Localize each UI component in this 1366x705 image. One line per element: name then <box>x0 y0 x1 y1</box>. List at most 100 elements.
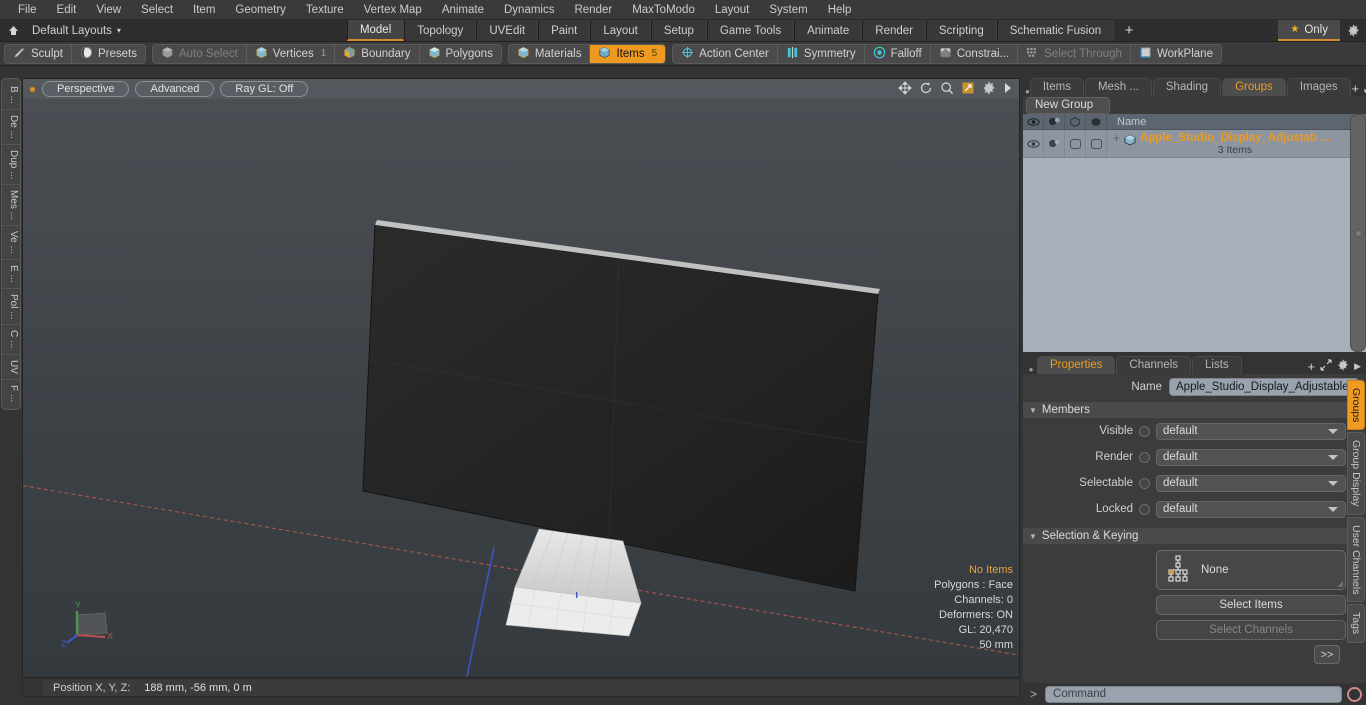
visible-dropdown[interactable]: default <box>1156 422 1346 440</box>
row-solid-toggle[interactable] <box>1086 130 1107 157</box>
eye-icon[interactable] <box>1023 114 1044 129</box>
locked-dropdown[interactable]: default <box>1156 500 1346 518</box>
tool-action-center[interactable]: Action Center <box>673 44 778 63</box>
tool-presets[interactable]: Presets <box>72 45 145 63</box>
gear-icon[interactable] <box>1340 20 1366 41</box>
left-tab-curve[interactable]: C ... <box>2 325 20 355</box>
layout-tab-uvedit[interactable]: UVEdit <box>476 20 539 41</box>
add-panel-tab-button[interactable]: + <box>1352 81 1360 96</box>
layout-tab-paint[interactable]: Paint <box>538 20 591 41</box>
row-outline-toggle[interactable] <box>1065 130 1086 157</box>
rotate-icon[interactable] <box>919 81 933 95</box>
name-input[interactable]: Apple_Studio_Display_Adjustable_Sta <box>1169 378 1359 396</box>
gear-icon[interactable] <box>1337 359 1349 374</box>
tool-items[interactable]: Items 5 <box>590 44 666 63</box>
menu-item-animate[interactable]: Animate <box>432 0 494 20</box>
left-tab-fusion[interactable]: F ... <box>2 380 20 407</box>
properties-tab-properties[interactable]: Properties <box>1037 356 1116 374</box>
select-channels-button[interactable]: Select Channels <box>1156 620 1346 640</box>
command-input[interactable]: Command <box>1045 685 1342 703</box>
properties-tab-channels[interactable]: Channels <box>1116 356 1192 374</box>
layout-tab-topology[interactable]: Topology <box>404 20 477 41</box>
tree-empty-area[interactable] <box>1023 158 1366 352</box>
menu-item-item[interactable]: Item <box>183 0 225 20</box>
menu-item-dynamics[interactable]: Dynamics <box>494 0 564 20</box>
right-tab-items[interactable]: Items <box>1029 78 1084 96</box>
tool-symmetry[interactable]: Symmetry <box>778 44 865 63</box>
left-tab-uv[interactable]: UV <box>2 355 20 380</box>
tool-vertices[interactable]: Vertices 1 <box>247 44 336 63</box>
table-row[interactable]: + Apple_Studio_Display_Adjustab ... 3 It… <box>1023 130 1366 158</box>
fit-icon[interactable] <box>961 81 975 95</box>
left-tab-basic[interactable]: B ... <box>2 81 20 110</box>
row-content[interactable]: + Apple_Studio_Display_Adjustab ... 3 It… <box>1107 131 1366 157</box>
layout-tab-scripting[interactable]: Scripting <box>925 20 997 41</box>
select-items-button[interactable]: Select Items <box>1156 595 1346 615</box>
left-tab-mesh-edit[interactable]: Mes ... <box>2 185 20 227</box>
add-properties-tab-button[interactable]: + <box>1307 359 1315 374</box>
tool-select-through[interactable]: Select Through <box>1018 44 1131 63</box>
render-dropdown[interactable]: default <box>1156 448 1346 466</box>
row-render-toggle[interactable] <box>1044 130 1065 157</box>
viewport-raygl-button[interactable]: Ray GL: Off <box>220 81 309 97</box>
viewport-menu-dot-icon[interactable] <box>29 85 36 93</box>
left-tab-vertex[interactable]: Ve ... <box>2 226 20 260</box>
left-tab-deform[interactable]: De ... <box>2 110 20 145</box>
group-item-tree[interactable]: Name + Apple_Studio_Display_Adjustab ...… <box>1023 114 1366 352</box>
move-icon[interactable] <box>898 81 912 95</box>
zoom-icon[interactable] <box>940 81 954 95</box>
default-layouts-dropdown[interactable]: Default Layouts ▾ <box>26 20 131 41</box>
properties-tab-lists[interactable]: Lists <box>1192 356 1242 374</box>
properties-menu-icon[interactable]: ● <box>1025 365 1037 374</box>
menu-item-maxtomodo[interactable]: MaxToModo <box>622 0 705 20</box>
left-tab-edge[interactable]: E ... <box>2 260 20 289</box>
tool-materials[interactable]: Materials <box>509 44 591 63</box>
render-icon[interactable] <box>1044 114 1065 129</box>
axis-gizmo[interactable]: Y X Z <box>61 599 121 649</box>
menu-item-file[interactable]: File <box>8 0 47 20</box>
right-tab-shading[interactable]: Shading <box>1152 78 1222 96</box>
right-vtab-user-channels[interactable]: User Channels <box>1347 516 1365 603</box>
layout-tab-render[interactable]: Render <box>862 20 926 41</box>
menu-item-texture[interactable]: Texture <box>296 0 354 20</box>
tool-falloff[interactable]: Falloff <box>865 44 931 63</box>
only-toggle-button[interactable]: ★ Only <box>1278 20 1340 41</box>
layout-tab-schematic-fusion[interactable]: Schematic Fusion <box>996 20 1115 41</box>
selectable-dropdown[interactable]: default <box>1156 474 1346 492</box>
right-vtab-group-display[interactable]: Group Display <box>1347 432 1365 515</box>
tree-vertical-scrollbar[interactable] <box>1350 114 1366 352</box>
left-tab-polygon[interactable]: Pol ... <box>2 289 20 326</box>
layout-tab-setup[interactable]: Setup <box>650 20 707 41</box>
viewport-shading-mode-button[interactable]: Advanced <box>135 81 215 97</box>
menu-item-system[interactable]: System <box>759 0 817 20</box>
cube-solid-icon[interactable] <box>1086 114 1107 129</box>
expand-row-icon[interactable]: + <box>1113 132 1120 145</box>
tool-boundary[interactable]: Boundary <box>335 44 420 63</box>
menu-item-layout[interactable]: Layout <box>705 0 760 20</box>
locked-key-indicator[interactable] <box>1139 503 1150 515</box>
forward-button[interactable]: >> <box>1314 645 1340 664</box>
menu-item-view[interactable]: View <box>86 0 131 20</box>
tool-workplane[interactable]: WorkPlane <box>1131 45 1221 63</box>
tool-constraint[interactable]: Constrai... <box>931 44 1019 63</box>
menu-item-edit[interactable]: Edit <box>47 0 87 20</box>
menu-item-geometry[interactable]: Geometry <box>225 0 296 20</box>
layout-tab-model[interactable]: Model <box>346 20 405 41</box>
arrow-right-icon[interactable] <box>1003 82 1013 94</box>
selection-keying-section-header[interactable]: ▼ Selection & Keying <box>1023 528 1348 544</box>
layout-tab-game-tools[interactable]: Game Tools <box>706 20 795 41</box>
menu-item-vertex-map[interactable]: Vertex Map <box>354 0 432 20</box>
home-icon[interactable] <box>0 20 26 41</box>
gear-icon[interactable] <box>982 81 996 95</box>
layout-tab-layout[interactable]: Layout <box>590 20 651 41</box>
right-tab-groups[interactable]: Groups <box>1222 78 1286 96</box>
layout-tab-animate[interactable]: Animate <box>794 20 863 41</box>
tool-auto-select[interactable]: Auto Select <box>153 44 247 63</box>
row-visibility-toggle[interactable] <box>1023 130 1044 157</box>
selection-set-dropdown[interactable]: None <box>1156 550 1346 590</box>
render-key-indicator[interactable] <box>1139 451 1150 463</box>
add-layout-tab-button[interactable]: + <box>1114 20 1145 41</box>
viewport-view-mode-button[interactable]: Perspective <box>42 81 130 97</box>
cube-outline-icon[interactable] <box>1065 114 1086 129</box>
tool-polygons[interactable]: Polygons <box>420 45 501 63</box>
